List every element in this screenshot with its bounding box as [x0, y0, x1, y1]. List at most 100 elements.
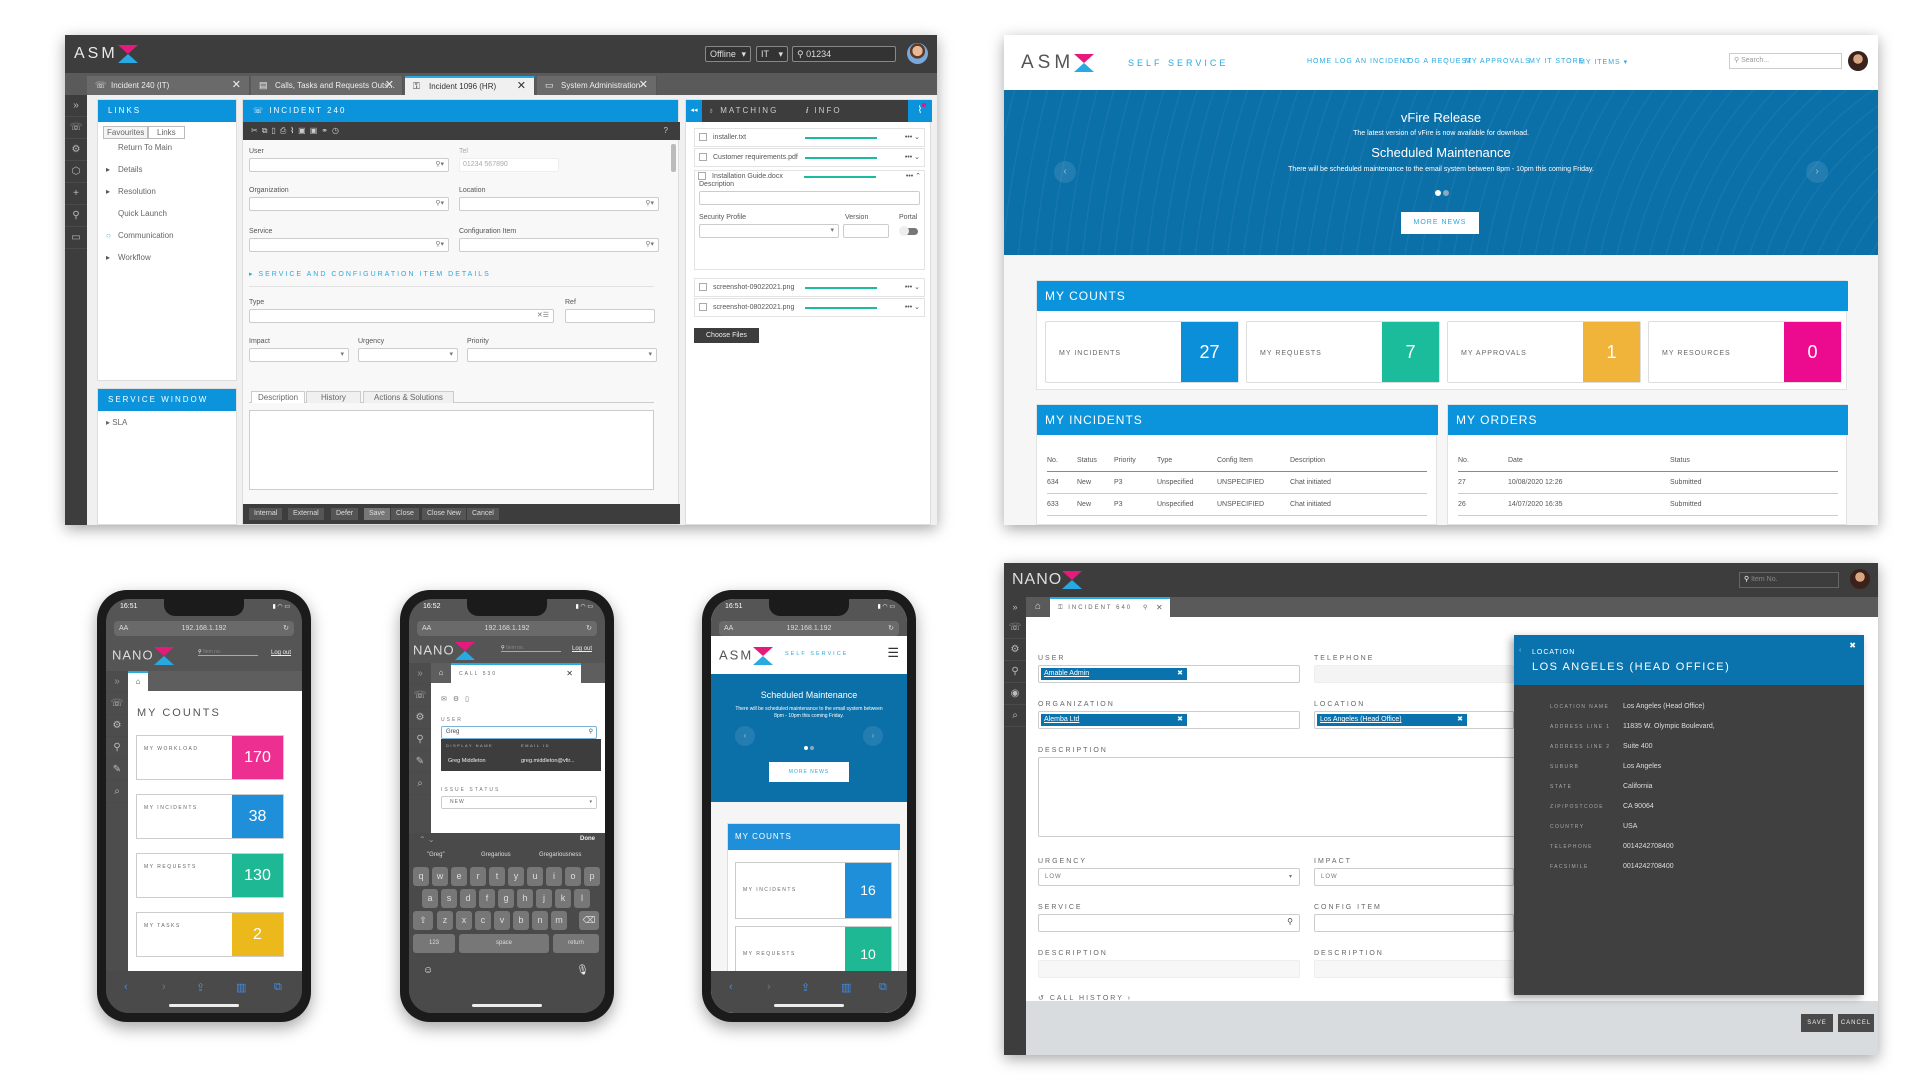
config-item-input[interactable]: ⚲▾ — [459, 238, 659, 252]
key-x[interactable]: x — [456, 911, 472, 930]
key-s[interactable]: s — [441, 889, 457, 908]
portal-toggle[interactable] — [899, 226, 918, 236]
phone-icon[interactable]: ☏ — [409, 685, 431, 707]
tabs-icon[interactable]: ⧉ — [274, 981, 282, 994]
security-profile-select[interactable]: ▾ — [699, 224, 839, 238]
link-item[interactable]: Return To Main — [106, 143, 172, 152]
carousel-next-icon[interactable]: › — [1806, 161, 1828, 183]
settings-icon[interactable]: ⚙ — [453, 696, 465, 703]
close-icon[interactable]: ✕ — [385, 76, 394, 95]
cancel-button[interactable]: CANCEL — [1838, 1014, 1874, 1032]
tab-info[interactable]: i INFO — [806, 100, 842, 122]
tab-incident-240[interactable]: ☏ Incident 240 (IT) ✕ — [87, 76, 250, 95]
key-a[interactable]: a — [422, 889, 438, 908]
email-icon[interactable]: ✉ — [441, 696, 453, 703]
nav-home[interactable]: HOME — [1307, 58, 1332, 65]
file-checkbox[interactable] — [698, 172, 706, 180]
priority-select[interactable]: ▾ — [467, 348, 657, 362]
close-icon[interactable]: ✕ — [232, 76, 241, 95]
file-checkbox[interactable] — [699, 133, 707, 141]
count-card[interactable]: MY INCIDENTS 38 — [136, 794, 284, 839]
form-icon[interactable]: ▣ — [298, 126, 310, 135]
service-field[interactable]: ⚲ — [1038, 914, 1300, 932]
pin-icon[interactable]: ⚲ — [1143, 599, 1149, 617]
link-item[interactable]: ▸ Resolution — [106, 187, 156, 196]
clipboard-icon[interactable]: ▯ — [465, 696, 475, 703]
edit-icon[interactable]: ✎ — [106, 759, 128, 781]
carousel-prev-icon[interactable]: ‹ — [1054, 161, 1076, 183]
tab-description[interactable]: Description — [251, 391, 306, 403]
count-card[interactable]: MY INCIDENTS 16 — [735, 862, 892, 919]
gear-icon[interactable]: ⚙ — [65, 139, 87, 161]
more-news-button[interactable]: MORE NEWS — [1401, 212, 1479, 234]
link-item[interactable]: ○ Communication — [106, 231, 174, 240]
attachment-icon[interactable]: ⌇ — [908, 100, 932, 122]
close-icon[interactable]: ✕ — [517, 78, 526, 95]
chevron-down-icon[interactable]: ••• ⌄ — [905, 149, 920, 166]
tab-incident-640[interactable]: ⚿ INCIDENT 640 ⚲ ✕ — [1050, 597, 1170, 617]
nav-log-a-request[interactable]: LOG A REQUEST — [1403, 58, 1472, 65]
key-n[interactable]: n — [532, 911, 548, 930]
tab-incident-1096[interactable]: ⚿ Incident 1096 (HR) ✕ — [405, 76, 535, 95]
chevron-down-icon[interactable]: ••• ⌄ — [905, 279, 920, 296]
more-news-button[interactable]: MORE NEWS — [769, 762, 849, 782]
cube-icon[interactable]: ⬡ — [65, 161, 87, 183]
backspace-icon[interactable]: ⌫ — [579, 911, 599, 930]
sla-item[interactable]: ▸ SLA — [106, 418, 127, 427]
key-123[interactable]: 123 — [413, 934, 455, 953]
forward-icon[interactable]: › — [767, 981, 771, 993]
carousel-prev-icon[interactable]: ‹ — [735, 726, 755, 746]
location-chip[interactable]: Los Angeles (Head Office) ✖ — [1317, 714, 1467, 726]
impact-select[interactable]: ▾ — [249, 348, 349, 362]
file-checkbox[interactable] — [699, 153, 707, 161]
file-description-input[interactable] — [699, 191, 920, 205]
key-r[interactable]: r — [470, 867, 486, 886]
home-tab-icon[interactable]: ⌂ — [128, 671, 148, 691]
internal-button[interactable]: Internal — [249, 508, 283, 520]
impact-select[interactable]: LOW — [1314, 868, 1514, 886]
emoji-icon[interactable]: ☺ — [423, 965, 433, 976]
key-t[interactable]: t — [489, 867, 505, 886]
logout-link[interactable]: Log out — [271, 650, 291, 656]
file-row[interactable]: Customer requirements.pdf ••• ⌄ — [694, 148, 925, 167]
issue-status-select[interactable]: NEW ▾ — [441, 796, 597, 809]
count-card[interactable]: MY WORKLOAD 170 — [136, 735, 284, 780]
link-item[interactable]: ▸ Workflow — [106, 253, 151, 262]
key-j[interactable]: j — [536, 889, 552, 908]
close-icon[interactable]: ✕ — [639, 76, 648, 95]
text-size-button[interactable]: AA — [119, 621, 128, 636]
form-icon[interactable]: ▣ — [310, 126, 322, 135]
key-z[interactable]: z — [437, 911, 453, 930]
edit-icon[interactable]: ✎ — [409, 751, 431, 773]
search-dropdown-icon[interactable]: ⚲▾ — [645, 198, 654, 210]
choose-files-button[interactable]: Choose Files — [694, 328, 759, 343]
lookup-row[interactable]: Greg Middleton greg.middleton@vfir... — [441, 753, 601, 769]
key-p[interactable]: p — [584, 867, 600, 886]
close-icon[interactable]: ✕ — [1156, 599, 1165, 617]
phone-icon[interactable]: ☏ — [106, 693, 128, 715]
urgency-select[interactable]: LOW ▾ — [1038, 868, 1300, 886]
key-i[interactable]: i — [546, 867, 562, 886]
description-textarea[interactable] — [1038, 757, 1518, 837]
clock-icon[interactable]: ◷ — [332, 126, 343, 135]
help-icon[interactable]: ? — [664, 122, 672, 140]
nav-my-items[interactable]: MY ITEMS ▾ — [1579, 58, 1628, 66]
hamburger-menu-icon[interactable]: ☰ — [887, 645, 899, 661]
description-textarea[interactable] — [249, 410, 654, 490]
briefcase-icon[interactable]: ▭ — [65, 227, 87, 249]
remove-icon[interactable]: ✖ — [1177, 668, 1183, 680]
search-dropdown-icon[interactable]: ⚲▾ — [645, 239, 654, 251]
key-u[interactable]: u — [527, 867, 543, 886]
tab-call-530[interactable]: CALL 530 ✕ — [451, 663, 581, 683]
done-button[interactable]: Done — [580, 836, 595, 842]
pin-icon[interactable]: ⚲ — [1004, 661, 1026, 683]
location-input[interactable]: ⚲▾ — [459, 197, 659, 211]
dept-select[interactable]: IT ▾ — [756, 46, 788, 62]
back-icon[interactable]: ‹ — [124, 981, 128, 993]
remove-icon[interactable]: ✖ — [1177, 714, 1183, 726]
tab-matching[interactable]: ♁ MATCHING — [708, 100, 778, 122]
urgency-select[interactable]: ▾ — [358, 348, 458, 362]
tab-system-administration[interactable]: ▭ System Administration ✕ — [537, 76, 657, 95]
user-chip[interactable]: Amable Admin ✖ — [1041, 668, 1187, 680]
remove-icon[interactable]: ✖ — [1457, 714, 1463, 726]
